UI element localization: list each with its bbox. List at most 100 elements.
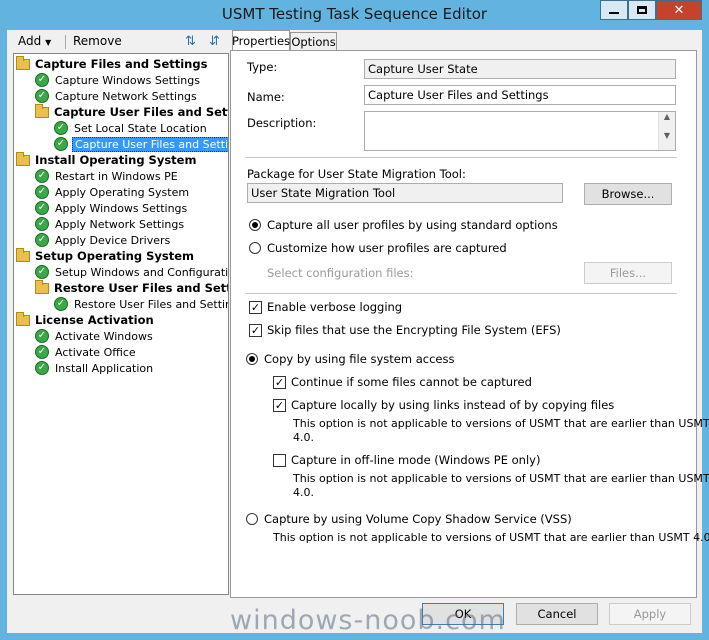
close-button[interactable]: ✕ xyxy=(656,0,702,20)
tree-group[interactable]: Install Operating System xyxy=(16,151,198,168)
links-note: This option is not applicable to version… xyxy=(293,417,709,430)
tree-item-label: Install Application xyxy=(55,361,154,375)
continue-label[interactable]: Continue if some files cannot be capture… xyxy=(291,375,532,389)
verbose-checkbox[interactable]: ✓ xyxy=(249,301,262,314)
add-button[interactable]: Add ▼ xyxy=(18,34,51,48)
checkmark-icon: ✓ xyxy=(35,345,49,359)
tree-item-label: Capture User Files and Settings xyxy=(54,105,228,119)
tree-item-label: Capture Network Settings xyxy=(55,89,197,103)
checkmark-icon: ✓ xyxy=(35,361,49,375)
offline-note-version: 4.0. xyxy=(293,486,314,499)
tree-step[interactable]: ✓ Apply Device Drivers xyxy=(35,232,172,248)
offline-note: This option is not applicable to version… xyxy=(293,472,709,485)
vss-radio[interactable] xyxy=(246,513,258,525)
name-field[interactable]: Capture User Files and Settings xyxy=(364,85,676,105)
tree-group[interactable]: Capture User Files and Settings xyxy=(35,103,228,120)
name-label: Name: xyxy=(247,90,285,104)
package-label: Package for User State Migration Tool: xyxy=(247,167,466,181)
tree-step[interactable]: ✓ Capture Network Settings xyxy=(35,88,199,104)
customize-label[interactable]: Customize how user profiles are captured xyxy=(267,241,507,255)
offline-checkbox[interactable] xyxy=(273,454,286,467)
capture-links-label[interactable]: Capture locally by using links instead o… xyxy=(291,398,614,412)
tree-step[interactable]: ✓ Restore User Files and Settings xyxy=(54,296,229,312)
capture-all-radio[interactable] xyxy=(249,219,261,231)
folder-icon xyxy=(16,247,30,262)
checkmark-icon: ✓ xyxy=(35,73,49,87)
tree-group[interactable]: License Activation xyxy=(16,311,156,328)
links-note-version: 4.0. xyxy=(293,431,314,444)
minimize-button[interactable] xyxy=(600,0,628,20)
tab-options[interactable]: Options xyxy=(290,32,337,50)
checkmark-icon: ✓ xyxy=(35,89,49,103)
capture-all-label[interactable]: Capture all user profiles by using stand… xyxy=(267,218,558,232)
tree-group[interactable]: Capture Files and Settings xyxy=(16,55,209,72)
tree-step[interactable]: ✓ Activate Windows xyxy=(35,328,155,344)
tree-item-label: Setup Windows and Configuration xyxy=(55,265,229,279)
type-field: Capture User State xyxy=(364,59,676,79)
package-field: User State Migration Tool xyxy=(247,183,563,203)
select-config-label: Select configuration files: xyxy=(267,266,414,280)
browse-button[interactable]: Browse... xyxy=(584,183,672,205)
toolbar-divider xyxy=(65,35,66,49)
copy-fs-label[interactable]: Copy by using file system access xyxy=(264,352,454,366)
checkmark-icon: ✓ xyxy=(54,137,68,151)
move-down-icon[interactable]: ⇵ xyxy=(209,34,220,49)
checkmark-icon: ✓ xyxy=(54,297,68,311)
description-field[interactable]: ▲ ▼ xyxy=(364,111,676,151)
dialog-client: Add ▼ Remove ⇅ ⇵ Capture Files and Setti… xyxy=(7,30,709,633)
customize-radio[interactable] xyxy=(249,242,261,254)
cancel-button[interactable]: Cancel xyxy=(516,603,598,625)
vss-note: This option is not applicable to version… xyxy=(273,531,709,544)
vss-label[interactable]: Capture by using Volume Copy Shadow Serv… xyxy=(264,512,572,526)
close-icon: ✕ xyxy=(673,2,685,18)
watermark: windows-noob.com xyxy=(230,605,506,636)
tree-step[interactable]: ✓ Install Application xyxy=(35,360,155,376)
checkmark-icon: ✓ xyxy=(54,121,68,135)
tree-group[interactable]: Restore User Files and Settings xyxy=(35,279,229,296)
tree-step[interactable]: ✓ Apply Network Settings xyxy=(35,216,186,232)
copy-fs-radio[interactable] xyxy=(246,353,258,365)
tree-item-label: Activate Office xyxy=(55,345,136,359)
title-bar[interactable]: USMT Testing Task Sequence Editor ✕ xyxy=(0,0,709,30)
checkmark-icon: ✓ xyxy=(35,233,49,247)
capture-links-checkbox[interactable]: ✓ xyxy=(273,399,286,412)
tree-step[interactable]: ✓ Restart in Windows PE xyxy=(35,168,180,184)
tree-item-label: Capture Windows Settings xyxy=(55,73,200,87)
divider xyxy=(245,157,677,158)
properties-page: Type: Capture User State Name: Capture U… xyxy=(230,50,709,598)
tree-item-label: Restore User Files and Settings xyxy=(74,297,229,311)
tree-step[interactable]: ✓ Activate Office xyxy=(35,344,138,360)
tree-step[interactable]: ✓ Setup Windows and Configuration xyxy=(35,264,229,280)
scroll-up-icon[interactable]: ▲ xyxy=(659,112,675,121)
checkmark-icon: ✓ xyxy=(35,201,49,215)
description-scrollbar[interactable]: ▲ ▼ xyxy=(658,112,675,150)
tree-step[interactable]: ✓ Capture Windows Settings xyxy=(35,72,202,88)
verbose-label[interactable]: Enable verbose logging xyxy=(267,300,402,314)
maximize-button[interactable] xyxy=(628,0,656,20)
folder-icon xyxy=(16,311,30,326)
tab-properties[interactable]: Properties xyxy=(232,30,290,50)
tree-item-label: Restore User Files and Settings xyxy=(54,281,229,295)
skip-efs-label[interactable]: Skip files that use the Encrypting File … xyxy=(267,323,561,337)
description-label: Description: xyxy=(247,116,317,130)
tree-step[interactable]: ✓ Capture User Files and Settings xyxy=(54,136,228,152)
tree-group[interactable]: Setup Operating System xyxy=(16,247,196,264)
tree-step[interactable]: ✓ Apply Windows Settings xyxy=(35,200,189,216)
tree-item-label: Apply Network Settings xyxy=(55,217,185,231)
move-up-icon[interactable]: ⇅ xyxy=(185,34,196,49)
continue-checkbox[interactable]: ✓ xyxy=(273,376,286,389)
scroll-down-icon[interactable]: ▼ xyxy=(659,131,675,140)
files-button[interactable]: Files... xyxy=(584,262,672,284)
skip-efs-checkbox[interactable]: ✓ xyxy=(249,324,262,337)
tree-item-label: Install Operating System xyxy=(35,153,197,167)
tree-item-label: Apply Operating System xyxy=(55,185,190,199)
tree-step[interactable]: ✓ Set Local State Location xyxy=(54,120,209,136)
tree-item-label: Set Local State Location xyxy=(74,121,207,135)
apply-button[interactable]: Apply xyxy=(609,603,691,625)
task-sequence-tree[interactable]: Capture Files and Settings ✓ Capture Windo… xyxy=(13,53,229,595)
tree-item-label: Setup Operating System xyxy=(35,249,195,263)
tree-step[interactable]: ✓ Apply Operating System xyxy=(35,184,191,200)
remove-button[interactable]: Remove xyxy=(73,34,122,48)
minimize-icon xyxy=(609,12,619,14)
offline-label[interactable]: Capture in off-line mode (Windows PE onl… xyxy=(291,453,540,467)
